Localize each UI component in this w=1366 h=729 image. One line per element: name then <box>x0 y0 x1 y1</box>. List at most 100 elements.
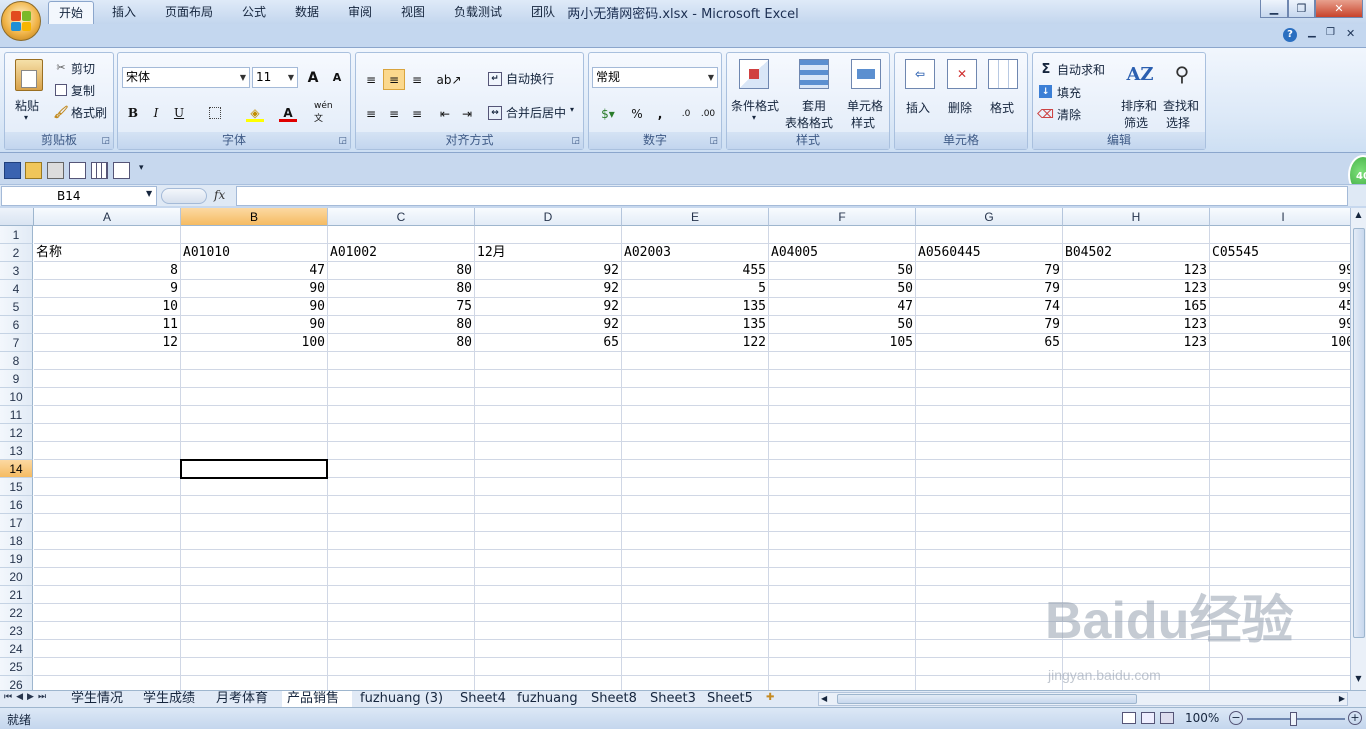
row-header-2[interactable]: 2 <box>0 244 33 262</box>
worksheet-grid[interactable]: ABCDEFGHI 1 2 3 4 5 6 7 8 9 10 11 12 13 14 15 16 17 18 19 2… <box>0 208 1350 690</box>
cell-f13[interactable] <box>769 442 916 460</box>
cell-a9[interactable] <box>34 370 181 388</box>
cell-c18[interactable] <box>328 532 475 550</box>
cell-g2[interactable]: A0560445 <box>916 244 1063 262</box>
align-top-icon[interactable]: ≡ <box>360 69 382 90</box>
percent-button[interactable]: % <box>626 103 648 124</box>
column-header-e[interactable]: E <box>622 208 769 226</box>
cell-d21[interactable] <box>475 586 622 604</box>
cell-c4[interactable]: 80 <box>328 280 475 298</box>
row-header-4[interactable]: 4 <box>0 280 33 298</box>
cell-f9[interactable] <box>769 370 916 388</box>
cell-i15[interactable] <box>1210 478 1350 496</box>
cell-d6[interactable]: 92 <box>475 316 622 334</box>
tab-load-test[interactable]: 负载测试 <box>444 1 512 24</box>
cell-g10[interactable] <box>916 388 1063 406</box>
row-header-24[interactable]: 24 <box>0 640 33 658</box>
cell-h18[interactable] <box>1063 532 1210 550</box>
number-format-select[interactable]: 常规 ▼ <box>592 67 718 88</box>
cell-i20[interactable] <box>1210 568 1350 586</box>
cell-e7[interactable]: 122 <box>622 334 769 352</box>
cell-d4[interactable]: 92 <box>475 280 622 298</box>
cell-a20[interactable] <box>34 568 181 586</box>
cell-a6[interactable]: 11 <box>34 316 181 334</box>
cell-i16[interactable] <box>1210 496 1350 514</box>
cell-i5[interactable]: 45 <box>1210 298 1350 316</box>
cell-b21[interactable] <box>181 586 328 604</box>
cell-b18[interactable] <box>181 532 328 550</box>
cell-d1[interactable] <box>475 226 622 244</box>
cell-i1[interactable] <box>1210 226 1350 244</box>
cell-f10[interactable] <box>769 388 916 406</box>
cell-d16[interactable] <box>475 496 622 514</box>
cell-c17[interactable] <box>328 514 475 532</box>
cut-button[interactable]: 剪切 <box>71 60 95 77</box>
cell-g14[interactable] <box>916 460 1063 478</box>
insert-cells-button[interactable]: 插入 <box>906 99 930 116</box>
sort-filter-label-2[interactable]: 筛选 <box>1124 114 1148 131</box>
cell-styles-label-2[interactable]: 样式 <box>851 114 875 131</box>
cell-h6[interactable]: 123 <box>1063 316 1210 334</box>
cell-e21[interactable] <box>622 586 769 604</box>
cell-c25[interactable] <box>328 658 475 676</box>
copy-button[interactable]: 复制 <box>71 82 95 99</box>
cell-i22[interactable] <box>1210 604 1350 622</box>
cell-g25[interactable] <box>916 658 1063 676</box>
cell-d11[interactable] <box>475 406 622 424</box>
cell-f4[interactable]: 50 <box>769 280 916 298</box>
cell-i19[interactable] <box>1210 550 1350 568</box>
row-header-3[interactable]: 3 <box>0 262 33 280</box>
cell-g11[interactable] <box>916 406 1063 424</box>
cell-i7[interactable]: 100 <box>1210 334 1350 352</box>
row-header-20[interactable]: 20 <box>0 568 33 586</box>
cell-e2[interactable]: A02003 <box>622 244 769 262</box>
grow-font-button[interactable]: A <box>302 67 324 88</box>
cell-g18[interactable] <box>916 532 1063 550</box>
cell-a16[interactable] <box>34 496 181 514</box>
cell-d13[interactable] <box>475 442 622 460</box>
cell-e11[interactable] <box>622 406 769 424</box>
cell-c2[interactable]: A01002 <box>328 244 475 262</box>
cell-a1[interactable] <box>34 226 181 244</box>
row-header-15[interactable]: 15 <box>0 478 33 496</box>
cell-i21[interactable] <box>1210 586 1350 604</box>
row-header-17[interactable]: 17 <box>0 514 33 532</box>
row-header-19[interactable]: 19 <box>0 550 33 568</box>
close-button[interactable]: ✕ <box>1315 0 1363 18</box>
cell-h4[interactable]: 123 <box>1063 280 1210 298</box>
tab-view[interactable]: 视图 <box>391 1 435 24</box>
cell-a14[interactable] <box>34 460 181 478</box>
cell-f17[interactable] <box>769 514 916 532</box>
cell-h10[interactable] <box>1063 388 1210 406</box>
merge-dropdown-icon[interactable]: ▾ <box>570 105 574 114</box>
cell-b2[interactable]: A01010 <box>181 244 328 262</box>
cell-i12[interactable] <box>1210 424 1350 442</box>
sheet-tab[interactable]: fuzhuang <box>512 691 582 708</box>
column-header-c[interactable]: C <box>328 208 475 226</box>
cell-d12[interactable] <box>475 424 622 442</box>
wrap-text-button[interactable]: 自动换行 <box>506 70 554 87</box>
cell-f8[interactable] <box>769 352 916 370</box>
cell-e22[interactable] <box>622 604 769 622</box>
row-header-13[interactable]: 13 <box>0 442 33 460</box>
cell-b6[interactable]: 90 <box>181 316 328 334</box>
tab-formulas[interactable]: 公式 <box>232 1 276 24</box>
row-header-18[interactable]: 18 <box>0 532 33 550</box>
cell-h3[interactable]: 123 <box>1063 262 1210 280</box>
row-header-26[interactable]: 26 <box>0 676 33 690</box>
cell-e1[interactable] <box>622 226 769 244</box>
cell-b5[interactable]: 90 <box>181 298 328 316</box>
new-sheet-icon[interactable]: ✚ <box>766 692 782 706</box>
cell-c24[interactable] <box>328 640 475 658</box>
customize-qat-icon[interactable]: ▾ <box>139 163 144 173</box>
merge-center-button[interactable]: 合并后居中 <box>506 104 566 121</box>
cell-d2[interactable]: 12月 <box>475 244 622 262</box>
increase-decimal-icon[interactable]: .0 <box>675 103 697 124</box>
column-header-g[interactable]: G <box>916 208 1063 226</box>
paste-dropdown-icon[interactable]: ▾ <box>24 113 28 122</box>
row-header-12[interactable]: 12 <box>0 424 33 442</box>
cell-f12[interactable] <box>769 424 916 442</box>
cell-b4[interactable]: 90 <box>181 280 328 298</box>
table-format-label-1[interactable]: 套用 <box>802 97 826 114</box>
cell-f14[interactable] <box>769 460 916 478</box>
